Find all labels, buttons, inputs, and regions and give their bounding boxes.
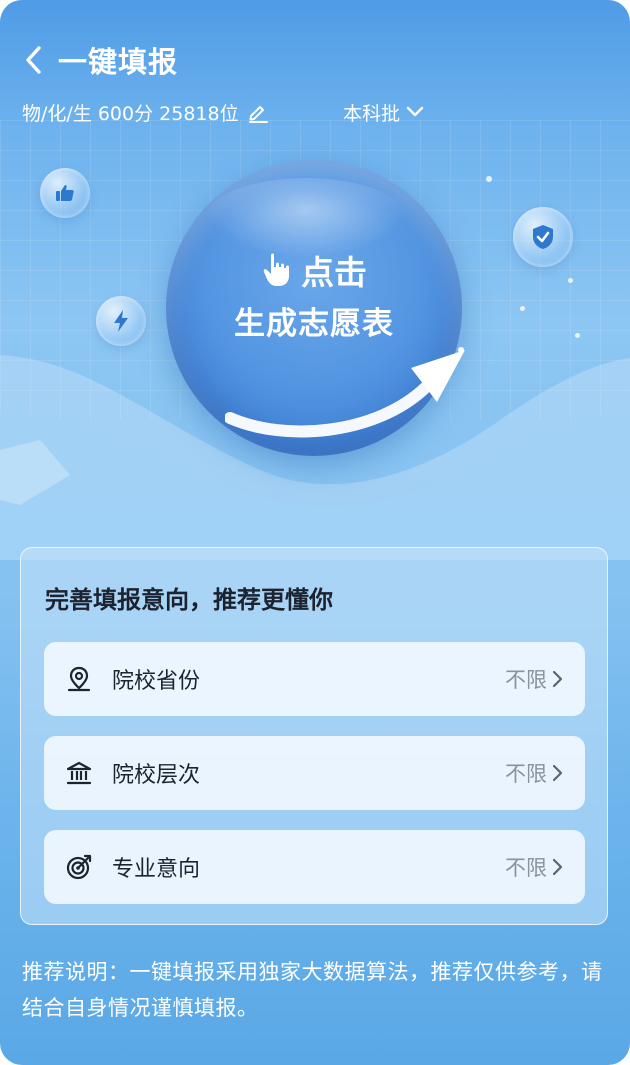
chevron-down-icon bbox=[406, 106, 424, 117]
location-pin-icon bbox=[64, 664, 94, 694]
sparkle-dot bbox=[520, 306, 525, 311]
chevron-right-icon bbox=[551, 858, 563, 876]
recommendation-note: 推荐说明：一键填报采用独家大数据算法，推荐仅供参考，请结合自身情况谨慎填报。 bbox=[22, 960, 603, 1020]
major-label: 专业意向 bbox=[112, 857, 201, 882]
chevron-right-icon bbox=[551, 764, 563, 782]
score-bar: 物/化/生 600分 25818位 本科批 bbox=[22, 96, 612, 128]
preference-card: 完善填报意向，推荐更懂你 院校省份 不限 院校层次 不限 专业意向 不限 bbox=[20, 547, 608, 925]
pencil-icon bbox=[248, 106, 268, 123]
target-icon bbox=[64, 852, 94, 882]
sparkle-dot bbox=[568, 278, 573, 283]
province-value: 不限 bbox=[505, 668, 547, 692]
batch-select[interactable]: 本科批 bbox=[343, 99, 424, 126]
bubble-line1: 点击 bbox=[301, 253, 367, 292]
page-title: 一键填报 bbox=[58, 45, 179, 79]
header: 一键填报 bbox=[0, 38, 630, 82]
back-button[interactable] bbox=[14, 38, 54, 82]
score-info: 物/化/生 600分 25818位 bbox=[22, 102, 239, 125]
swoosh-arrow-icon bbox=[225, 347, 465, 438]
screen: 一键填报 物/化/生 600分 25818位 本科批 点击 生成志愿表 完善填报… bbox=[0, 0, 630, 1065]
level-value: 不限 bbox=[505, 762, 547, 786]
major-row[interactable]: 专业意向 不限 bbox=[44, 830, 585, 904]
sparkle-dot bbox=[486, 176, 492, 182]
thumbs-up-icon bbox=[40, 168, 90, 218]
card-title: 完善填报意向，推荐更懂你 bbox=[45, 586, 333, 614]
chevron-left-icon bbox=[26, 46, 41, 74]
institution-icon bbox=[64, 758, 94, 788]
major-value: 不限 bbox=[505, 856, 547, 880]
province-label: 院校省份 bbox=[112, 669, 201, 694]
lightning-icon bbox=[96, 296, 146, 346]
edit-score-button[interactable] bbox=[247, 101, 269, 123]
level-label: 院校层次 bbox=[112, 763, 201, 788]
bubble-title-row: 点击 bbox=[166, 246, 462, 294]
bubble-line2: 生成志愿表 bbox=[234, 306, 394, 342]
level-row[interactable]: 院校层次 不限 bbox=[44, 736, 585, 810]
province-row[interactable]: 院校省份 不限 bbox=[44, 642, 585, 716]
batch-label: 本科批 bbox=[342, 102, 400, 125]
shield-check-icon bbox=[513, 207, 573, 267]
pointing-hand-icon bbox=[263, 253, 289, 286]
sparkle-dot bbox=[575, 333, 580, 338]
chevron-right-icon bbox=[551, 670, 563, 688]
